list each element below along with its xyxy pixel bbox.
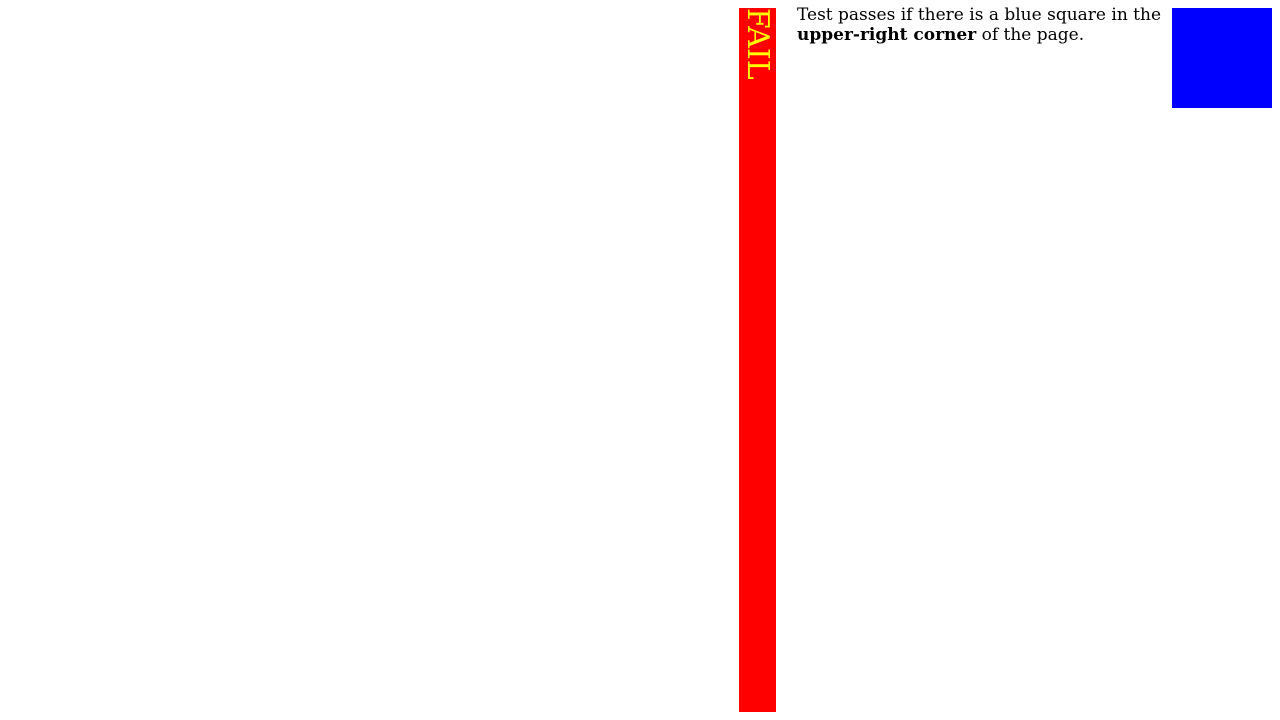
instructions-text-after: of the page. [976,25,1085,45]
fail-label: FAIL [740,8,775,80]
fail-indicator-bar: FAIL [739,8,776,712]
instructions-emphasis: upper-right corner [797,25,977,45]
blue-square [1172,8,1272,108]
instructions-text-before: Test passes if there is a blue square in… [797,5,1162,25]
test-page: FAIL Test passes if there is a blue squa… [0,0,1280,720]
test-instructions: Test passes if there is a blue square in… [797,5,1169,45]
